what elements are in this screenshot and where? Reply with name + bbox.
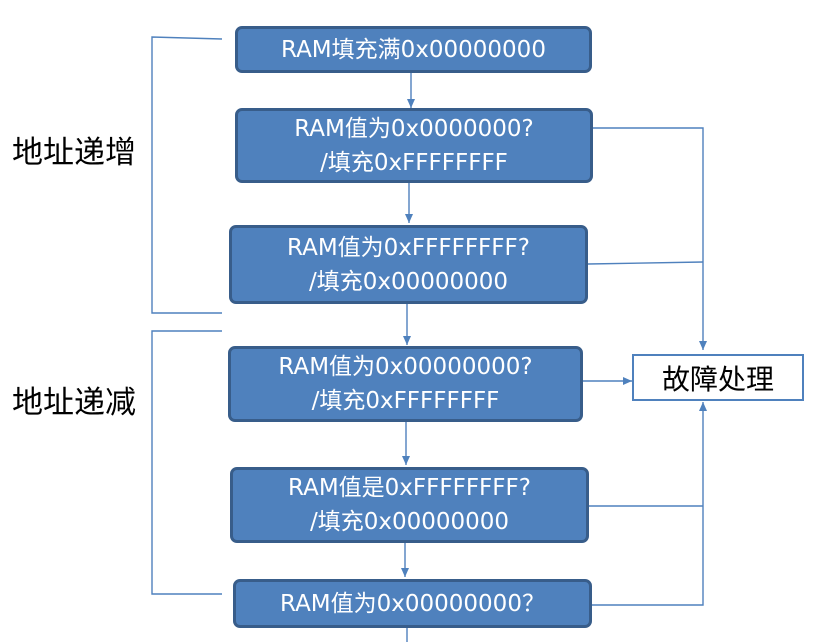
increment-bracket (151, 36, 223, 314)
fault-link-3 (587, 261, 704, 265)
fault-handling-box: 故障处理 (632, 354, 804, 401)
step-line: /填充0x00000000 (309, 509, 510, 535)
step-line: RAM值为0xFFFFFFFF? (287, 234, 530, 261)
fault-link-6 (592, 402, 707, 606)
decrement-label: 地址递减 (12, 385, 136, 421)
fault-link-2 (593, 127, 707, 350)
step-dec-check-ones-fill-zero: RAM值是0xFFFFFFFF? /填充0x00000000 (230, 467, 589, 543)
increment-label: 地址递增 (12, 135, 136, 171)
step-line: RAM值为0x0000000? (294, 115, 534, 142)
connector-lines (151, 36, 707, 642)
step-line: /填充0x00000000 (308, 268, 509, 295)
fault-label: 故障处理 (661, 362, 774, 396)
step-line: RAM值是0xFFFFFFFF? (288, 475, 531, 501)
step-line: RAM填充满0x00000000 (281, 36, 546, 63)
step-final-check-zero: RAM值为0x00000000？ (233, 579, 592, 628)
step-dec-check-zero-fill-ones: RAM值为0x00000000? /填充0xFFFFFFFF (228, 346, 583, 422)
step-line: RAM值为0x00000000? (278, 354, 533, 380)
step-line: /填充0xFFFFFFFF (320, 149, 508, 176)
step-line: /填充0xFFFFFFFF (311, 388, 500, 414)
step-check-zero-fill-ones: RAM值为0x0000000? /填充0xFFFFFFFF (235, 108, 593, 183)
decrement-bracket (151, 330, 222, 595)
step-line: RAM值为0x00000000？ (280, 590, 545, 617)
step-check-ones-fill-zero: RAM值为0xFFFFFFFF? /填充0x00000000 (229, 225, 588, 304)
step-fill-zero: RAM填充满0x00000000 (235, 26, 592, 73)
